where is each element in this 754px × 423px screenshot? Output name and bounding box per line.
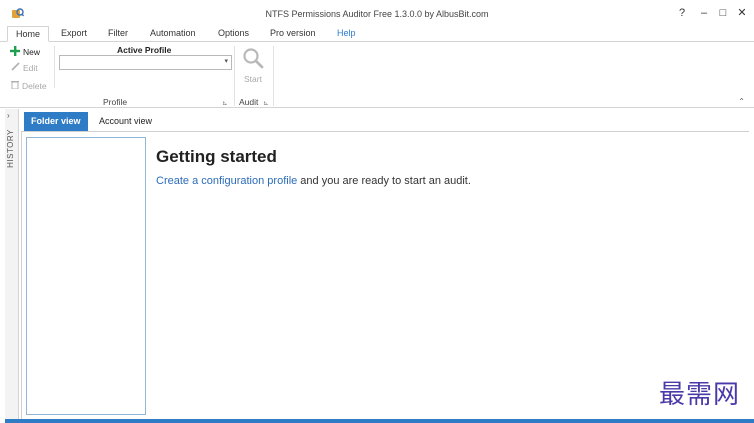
profile-dialog-launcher-icon[interactable]: ⊾: [222, 99, 228, 107]
help-button[interactable]: ?: [675, 6, 689, 20]
tab-pro-version[interactable]: Pro version: [270, 26, 316, 42]
folder-tree-panel[interactable]: [26, 137, 146, 415]
tab-export[interactable]: Export: [61, 26, 87, 42]
chevron-down-icon: ▾: [224, 58, 228, 65]
tab-options[interactable]: Options: [218, 26, 249, 42]
tab-home[interactable]: Home: [7, 26, 50, 42]
delete-profile-button[interactable]: Delete: [11, 80, 47, 91]
minimize-button[interactable]: –: [697, 6, 711, 20]
watermark: 最需网: [658, 380, 740, 410]
history-sidebar[interactable]: › HISTORY: [5, 109, 19, 419]
active-profile-dropdown[interactable]: ▾: [59, 55, 232, 70]
getting-started-trailing: and you are ready to start an audit.: [297, 175, 471, 187]
tab-automation[interactable]: Automation: [150, 26, 196, 42]
tab-help[interactable]: Help: [337, 26, 356, 42]
create-profile-link[interactable]: Create a configuration profile: [156, 175, 297, 187]
audit-group-label: Audit: [239, 97, 259, 107]
divider: [234, 46, 235, 106]
divider: [273, 46, 274, 106]
magnifier-icon: [242, 47, 264, 69]
history-label: HISTORY: [5, 129, 15, 168]
profile-group-label: Profile: [103, 97, 128, 107]
tab-filter[interactable]: Filter: [108, 26, 128, 42]
plus-icon: [10, 46, 20, 58]
ribbon-panel: New Edit Delete Active Profile ▾ Profile…: [0, 41, 754, 108]
trash-icon: [11, 80, 19, 91]
chevron-right-icon[interactable]: ›: [7, 111, 10, 120]
title-bar: NTFS Permissions Auditor Free 1.3.0.0 by…: [0, 0, 754, 26]
window-title: NTFS Permissions Auditor Free 1.3.0.0 by…: [265, 9, 489, 19]
getting-started-text: Create a configuration profile and you a…: [156, 175, 471, 187]
edit-profile-button[interactable]: Edit: [11, 62, 38, 73]
page-title: Getting started: [156, 147, 277, 166]
active-profile-label: Active Profile: [117, 45, 172, 55]
ribbon-tabs: Home Export Filter Automation Options Pr…: [0, 26, 754, 42]
audit-dialog-launcher-icon[interactable]: ⊾: [263, 99, 269, 107]
pencil-icon: [11, 62, 20, 73]
maximize-button[interactable]: □: [716, 6, 730, 20]
start-audit-button[interactable]: Start: [240, 45, 266, 90]
collapse-ribbon-icon[interactable]: ⌃: [738, 97, 745, 106]
status-bar: [5, 419, 754, 423]
tab-account-view[interactable]: Account view: [92, 112, 159, 131]
new-profile-button[interactable]: New: [10, 46, 40, 58]
close-button[interactable]: ✕: [735, 6, 749, 20]
divider: [54, 46, 55, 88]
tab-folder-view[interactable]: Folder view: [24, 112, 88, 131]
